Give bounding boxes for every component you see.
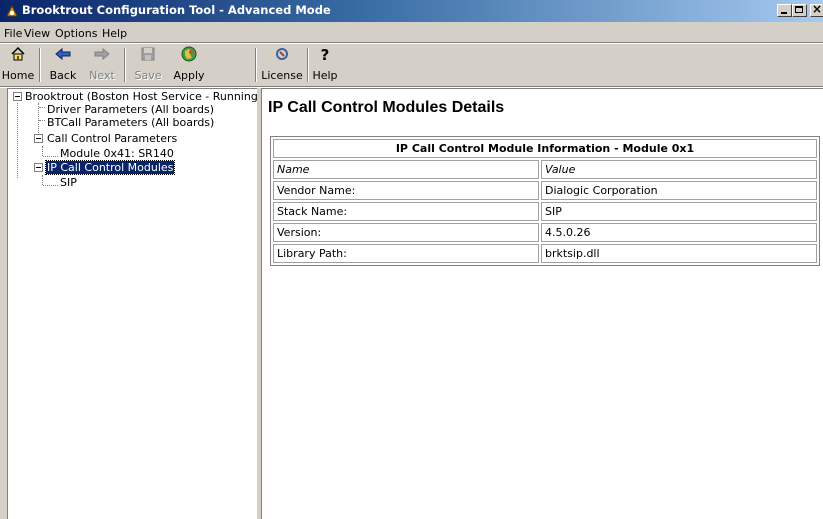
home-icon — [11, 46, 25, 61]
tree-node-call-control-parameters[interactable]: Call Control Parameters — [47, 132, 177, 145]
toolbar-separator — [307, 48, 309, 82]
column-header-name: Name — [273, 160, 539, 179]
tree-node-ip-call-control-modules[interactable]: IP Call Control Modules — [44, 160, 176, 175]
tree-collapse-icon[interactable] — [13, 92, 22, 101]
row-name: Vendor Name: — [273, 181, 539, 200]
table-row: Version: 4.5.0.26 — [273, 223, 817, 242]
tree-view[interactable]: Brooktrout (Boston Host Service - Runnin… — [7, 88, 257, 519]
next-button[interactable]: Next — [84, 44, 120, 84]
next-label: Next — [89, 69, 115, 82]
apply-icon — [181, 46, 197, 62]
tree-line — [43, 156, 58, 157]
toolbar: Home Back Next Save Apply License ? Help — [0, 44, 823, 86]
back-arrow-icon — [55, 47, 71, 61]
maximize-button[interactable] — [792, 4, 807, 17]
toolbar-separator — [39, 48, 41, 82]
row-name: Stack Name: — [273, 202, 539, 221]
tree-node-root[interactable]: Brooktrout (Boston Host Service - Runnin… — [25, 90, 257, 103]
back-button[interactable]: Back — [44, 44, 82, 84]
forward-arrow-icon — [94, 47, 110, 61]
menu-bar: File View Options Help — [0, 24, 823, 42]
row-value: Dialogic Corporation — [541, 181, 817, 200]
help-icon: ? — [321, 46, 330, 62]
home-button[interactable]: Home — [0, 44, 36, 84]
menu-options[interactable]: Options — [55, 27, 97, 40]
tree-node-module[interactable]: Module 0x41: SR140 — [60, 147, 174, 160]
window-title: Brooktrout Configuration Tool - Advanced… — [22, 3, 331, 17]
tree-line — [39, 107, 45, 108]
row-name: Version: — [273, 223, 539, 242]
minimize-button[interactable] — [777, 4, 792, 17]
row-value: 4.5.0.26 — [541, 223, 817, 242]
help-button[interactable]: ? Help — [310, 44, 340, 84]
save-label: Save — [134, 69, 162, 82]
table-caption: IP Call Control Module Information - Mod… — [273, 139, 817, 158]
column-header-value: Value — [541, 160, 817, 179]
license-button[interactable]: License — [260, 44, 304, 84]
tree-line — [42, 146, 43, 156]
details-pane: IP Call Control Modules Details IP Call … — [261, 88, 823, 519]
maximize-icon — [795, 6, 803, 13]
tree-node-btcall-parameters[interactable]: BTCall Parameters (All boards) — [47, 116, 214, 129]
toolbar-separator — [124, 48, 126, 82]
toolbar-separator — [255, 48, 257, 82]
tree-line — [39, 120, 45, 121]
license-label: License — [261, 69, 303, 82]
tree-node-driver-parameters[interactable]: Driver Parameters (All boards) — [47, 103, 214, 116]
back-label: Back — [49, 69, 77, 82]
tree-collapse-icon[interactable] — [34, 163, 43, 172]
save-button[interactable]: Save — [128, 44, 168, 84]
close-icon: × — [812, 2, 823, 16]
close-button[interactable]: × — [810, 2, 823, 17]
menu-help[interactable]: Help — [102, 27, 127, 40]
tree-node-sip[interactable]: SIP — [60, 176, 77, 189]
svg-text:?: ? — [321, 46, 330, 62]
title-bar[interactable]: Brooktrout Configuration Tool - Advanced… — [0, 0, 823, 22]
tree-line — [17, 103, 18, 178]
apply-button[interactable]: Apply — [170, 44, 208, 84]
tree-line — [43, 185, 58, 186]
save-disk-icon — [141, 47, 155, 61]
table-row: Library Path: brktsip.dll — [273, 244, 817, 263]
module-info-table: IP Call Control Module Information - Mod… — [270, 136, 820, 266]
row-value: SIP — [541, 202, 817, 221]
menu-file[interactable]: File — [4, 27, 22, 40]
app-icon — [6, 4, 18, 17]
minimize-icon — [781, 12, 787, 14]
tree-line — [42, 175, 43, 185]
page-title: IP Call Control Modules Details — [268, 99, 505, 116]
table-row: Vendor Name: Dialogic Corporation — [273, 181, 817, 200]
table-row: Stack Name: SIP — [273, 202, 817, 221]
menu-view[interactable]: View — [24, 27, 50, 40]
help-label: Help — [312, 69, 338, 82]
row-value: brktsip.dll — [541, 244, 817, 263]
license-icon — [276, 48, 288, 60]
apply-label: Apply — [173, 69, 205, 82]
row-name: Library Path: — [273, 244, 539, 263]
tree-collapse-icon[interactable] — [34, 134, 43, 143]
home-label: Home — [1, 69, 35, 82]
